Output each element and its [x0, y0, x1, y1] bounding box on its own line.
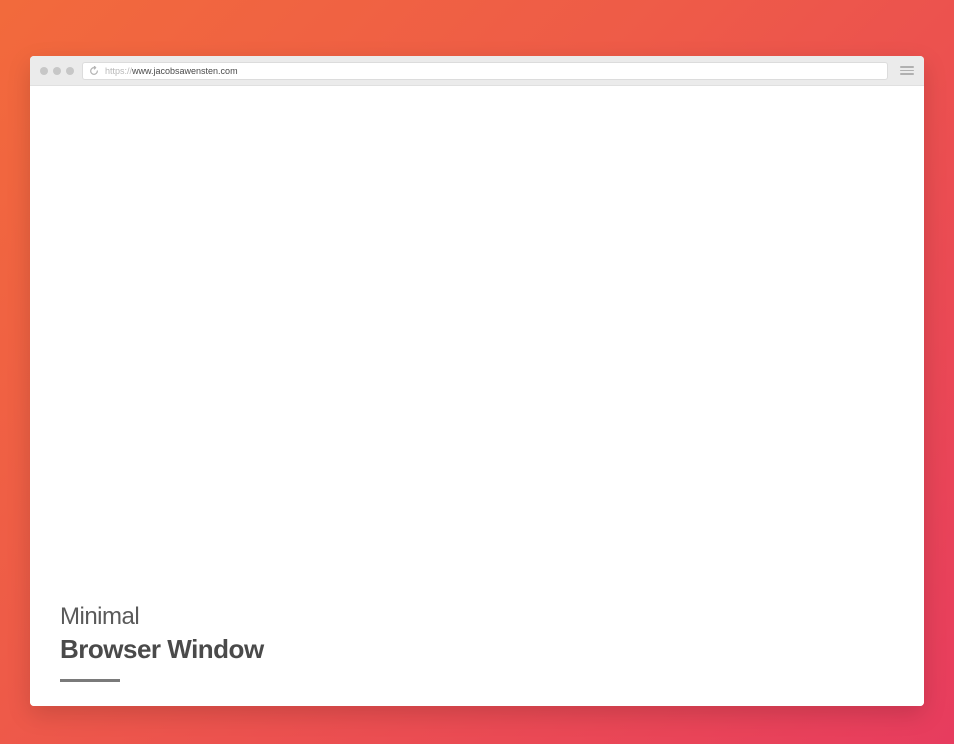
minimize-window-button[interactable]: [53, 67, 61, 75]
menu-icon[interactable]: [900, 64, 914, 78]
browser-window: https://www.jacobsawensten.com Minimal B…: [30, 56, 924, 706]
maximize-window-button[interactable]: [66, 67, 74, 75]
title-underline: [60, 679, 120, 682]
url-protocol: https://: [105, 66, 132, 76]
traffic-lights: [40, 67, 74, 75]
url-domain: www.jacobsawensten.com: [132, 66, 238, 76]
title-line-1: Minimal: [60, 603, 264, 632]
reload-icon[interactable]: [89, 66, 99, 76]
address-bar[interactable]: https://www.jacobsawensten.com: [82, 62, 888, 80]
close-window-button[interactable]: [40, 67, 48, 75]
title-line-2: Browser Window: [60, 634, 264, 665]
browser-toolbar: https://www.jacobsawensten.com: [30, 56, 924, 86]
browser-content: Minimal Browser Window: [30, 86, 924, 706]
url-text: https://www.jacobsawensten.com: [105, 66, 238, 76]
title-block: Minimal Browser Window: [60, 603, 264, 682]
